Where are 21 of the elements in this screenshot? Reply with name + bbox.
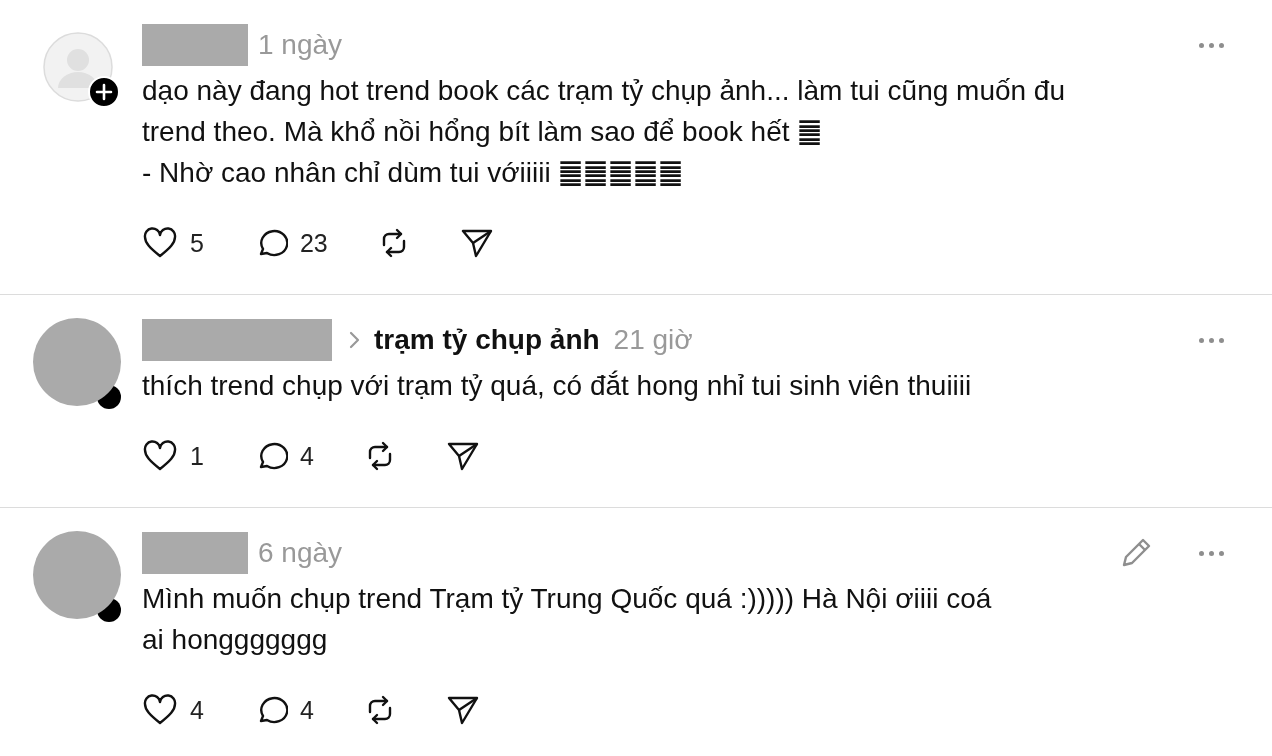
like-count: 5	[190, 228, 204, 258]
send-icon[interactable]	[445, 694, 480, 726]
send-icon[interactable]	[459, 227, 494, 259]
reply-count: 4	[299, 695, 314, 725]
heart-icon[interactable]	[142, 440, 178, 472]
post-text: thích trend chụp với trạm tỷ quá, có đắt hong nhỉ tui sinh viên thuiiii	[142, 369, 973, 403]
send-icon[interactable]	[445, 440, 480, 472]
heart-icon[interactable]	[142, 227, 178, 259]
post-time: 21 giờ	[613, 324, 693, 356]
post-text: dạo này đang hot trend book các trạm tỷ chụp ảnh... làm tui cũng muốn đu trend theo. Mà khổ nồi hổng bít làm sao để book hết ䷀ - Nhờ cao nhân chỉ dùm tui vớiiiii ䷀䷀䷀䷀䷀	[142, 74, 1066, 190]
chevron-right-icon	[348, 330, 362, 350]
follow-plus-icon[interactable]	[88, 76, 120, 108]
reply-count: 23	[299, 228, 328, 258]
post-text: Mình muốn chụp trend Trạm tỷ Trung Quốc quá :))))) Hà Nội ơiiii coá ai honggggggg	[142, 582, 993, 657]
reply-count: 4	[299, 441, 314, 471]
post-time: 6 ngày	[258, 537, 343, 569]
topic-link[interactable]: trạm tỷ chụp ảnh	[374, 324, 600, 356]
post-time: 1 ngày	[258, 29, 343, 61]
like-count: 4	[190, 695, 204, 725]
like-count: 1	[190, 441, 204, 471]
heart-icon[interactable]	[142, 694, 178, 726]
